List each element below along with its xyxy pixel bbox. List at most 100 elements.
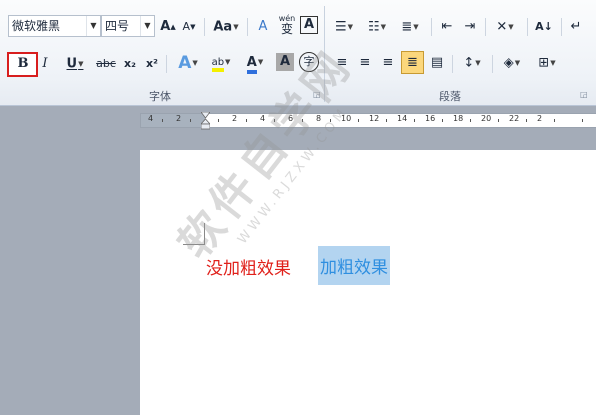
font-color-icon: A <box>246 54 257 74</box>
line-spacing-button[interactable]: ↕▼ <box>458 52 486 74</box>
divider <box>527 18 528 36</box>
divider <box>485 18 486 36</box>
change-case-button[interactable]: Aa▼ <box>210 16 242 38</box>
font-size-combo[interactable]: 四号 ▼ <box>101 15 155 37</box>
ruler-label: 4 <box>148 114 154 123</box>
grow-font-icon: A <box>160 19 171 34</box>
font-color-button[interactable]: A▼ <box>240 51 270 74</box>
superscript-button[interactable]: x² <box>143 53 161 75</box>
subscript-label: x₂ <box>124 57 136 70</box>
ruler-tick <box>498 119 499 122</box>
distributed-button[interactable]: ▤ <box>427 52 447 74</box>
ruler-tick <box>162 119 163 122</box>
ruler-label: 2 <box>537 114 543 123</box>
divider <box>431 18 432 36</box>
ruler-label: 14 <box>397 114 408 123</box>
divider <box>452 55 453 73</box>
bold-label: B <box>17 56 29 71</box>
strikethrough-button[interactable]: abc <box>94 53 118 75</box>
phonetic-guide-button[interactable]: wén 变 <box>277 14 297 36</box>
bold-button[interactable]: B <box>13 53 33 75</box>
selected-text[interactable]: 加粗效果 <box>318 246 390 285</box>
distributed-icon: ▤ <box>430 55 444 70</box>
shading-button[interactable]: ◈▼ <box>498 52 526 74</box>
divider <box>561 18 562 36</box>
ruler-label: 20 <box>481 114 492 123</box>
font-name-combo[interactable]: 微软雅黑 ▼ <box>8 15 101 37</box>
ruler-label: 16 <box>425 114 436 123</box>
paragraph-group-label: 段落 <box>439 90 461 103</box>
shrink-font-icon: A <box>182 20 191 33</box>
numbered-list-icon: ☷ <box>367 19 380 35</box>
ruler-tick <box>386 119 387 122</box>
char-border-icon: A <box>303 17 315 32</box>
line-spacing-icon: ↕ <box>463 55 475 71</box>
paragraph-mark-icon: ↵ <box>570 19 582 34</box>
asian-layout-button[interactable]: ✕▼ <box>491 16 519 38</box>
ruler-tick <box>218 119 219 122</box>
ruler-label: 2 <box>176 114 182 123</box>
clear-format-icon: A <box>258 19 268 34</box>
align-right-button[interactable]: ≡ <box>378 52 398 74</box>
shrink-font-button[interactable]: A▼ <box>180 16 198 38</box>
increase-indent-button[interactable]: ⇥ <box>460 16 480 38</box>
bullet-list-icon: ☰ <box>334 19 347 35</box>
highlight-color-button[interactable]: ab▼ <box>205 51 237 73</box>
sort-icon: A↓ <box>535 20 553 33</box>
char-border-button[interactable]: A <box>300 16 318 34</box>
ruler-label: 18 <box>453 114 464 123</box>
align-right-icon: ≡ <box>382 55 394 70</box>
ruler-tick <box>554 119 555 122</box>
font-group-label: 字体 <box>149 90 171 103</box>
divider <box>492 55 493 73</box>
divider <box>204 18 205 36</box>
justify-icon: ≣ <box>407 55 418 70</box>
grow-font-button[interactable]: A▲ <box>159 16 177 38</box>
align-center-icon: ≡ <box>359 55 371 70</box>
indent-marker-icon[interactable] <box>201 112 210 130</box>
borders-button[interactable]: ⊞▼ <box>533 52 561 74</box>
ruler-tick <box>582 119 583 122</box>
numbering-button[interactable]: ☷▼ <box>364 16 390 38</box>
subscript-button[interactable]: x₂ <box>121 53 139 75</box>
ruler-tick <box>526 119 527 122</box>
underline-label: U <box>66 56 78 72</box>
multilevel-list-button[interactable]: ≣▼ <box>397 16 423 38</box>
ruler-tick <box>358 119 359 122</box>
borders-icon: ⊞ <box>538 55 550 71</box>
ruler-label: 2 <box>232 114 238 123</box>
ruler-tick <box>190 119 191 122</box>
asian-layout-icon: ✕ <box>496 19 508 35</box>
multilevel-list-icon: ≣ <box>401 19 413 35</box>
underline-button[interactable]: U▼ <box>60 53 90 75</box>
italic-label: I <box>42 56 48 71</box>
ruler-tick <box>442 119 443 122</box>
divider <box>247 18 248 36</box>
chevron-down-icon[interactable]: ▼ <box>86 16 100 36</box>
text-effect-icon: A <box>178 53 192 73</box>
sort-button[interactable]: A↓ <box>533 16 555 38</box>
chevron-down-icon[interactable]: ▼ <box>140 16 154 36</box>
paint-bucket-icon: ◈ <box>503 55 514 71</box>
italic-button[interactable]: I <box>36 53 54 75</box>
decrease-indent-button[interactable]: ⇤ <box>437 16 457 38</box>
change-case-label: Aa <box>213 19 233 35</box>
font-size-value: 四号 <box>105 19 130 33</box>
font-name-value: 微软雅黑 <box>12 19 61 33</box>
divider <box>166 55 167 73</box>
paragraph-dialog-launcher-icon[interactable]: ◲ <box>580 90 588 99</box>
bullets-button[interactable]: ☰▼ <box>331 16 357 38</box>
ruler-label: 22 <box>509 114 520 123</box>
decrease-indent-icon: ⇤ <box>441 19 453 34</box>
phonetic-guide-char: 变 <box>280 22 293 36</box>
ruler-label: 12 <box>369 114 380 123</box>
justify-button[interactable]: ≣ <box>401 51 424 74</box>
clear-format-button[interactable]: A <box>253 16 273 38</box>
strikethrough-label: abc <box>96 57 116 70</box>
increase-indent-icon: ⇥ <box>464 19 476 34</box>
highlight-icon: ab <box>211 57 225 72</box>
text-effect-button[interactable]: A▼ <box>173 52 203 74</box>
show-marks-button[interactable]: ↵ <box>567 16 585 38</box>
horizontal-ruler[interactable]: 4 2 2 4 6 8 10 12 14 16 18 20 22 2 <box>140 112 596 130</box>
ruler-tick <box>414 119 415 122</box>
